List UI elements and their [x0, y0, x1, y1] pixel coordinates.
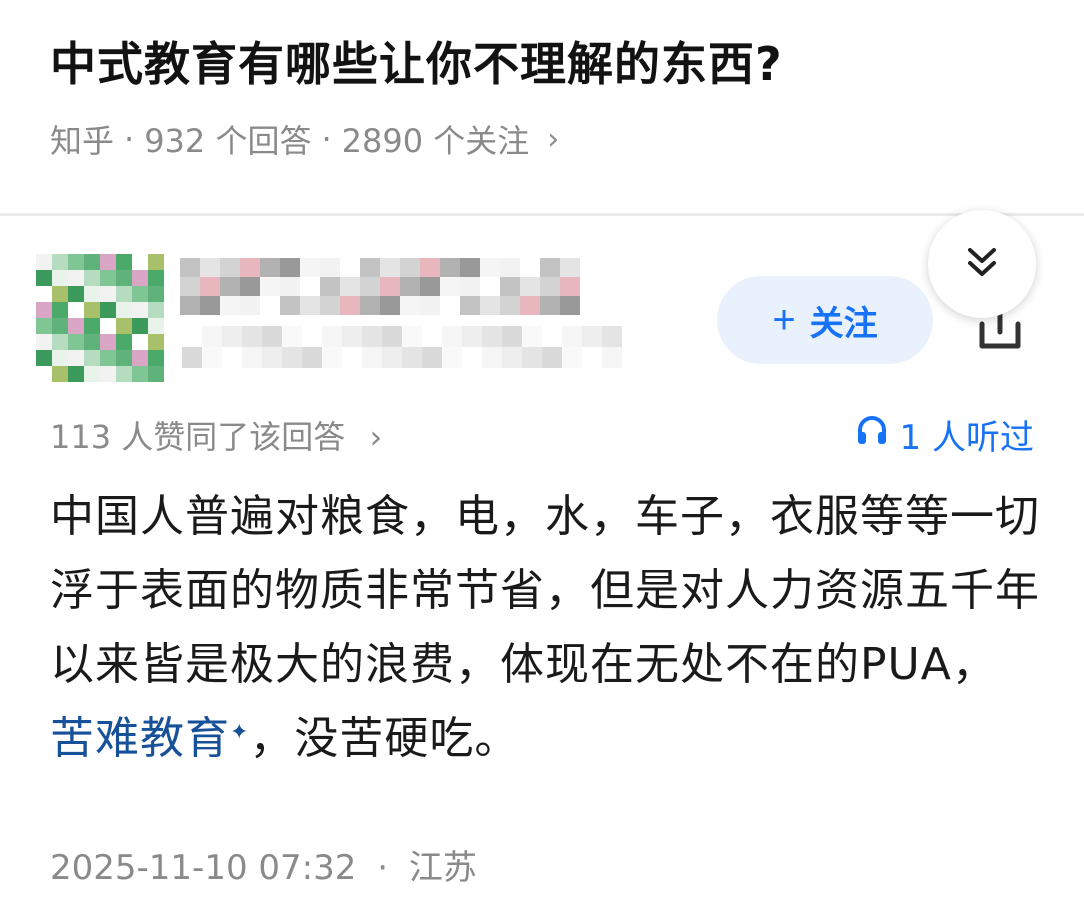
sparkle-icon: ✦ — [230, 720, 250, 745]
vote-label: 113 人赞同了该回答 — [50, 418, 346, 456]
vote-count[interactable]: 113 人赞同了该回答 › — [50, 412, 382, 458]
answer-content: 中国人普遍对粮食，电，水，车子，衣服等等一切浮于表面的物质非常节省，但是对人力资… — [50, 480, 1040, 776]
answer-footer: 2025-11-10 07:32 · 江苏 — [50, 840, 477, 889]
answer-text: 中国人普遍对粮食，电，水，车子，衣服等等一切浮于表面的物质非常节省，但是对人力资… — [50, 491, 1040, 690]
meta-separator: · — [321, 120, 332, 158]
follow-button[interactable]: + 关注 — [717, 276, 933, 364]
collapse-button[interactable] — [928, 210, 1036, 318]
follower-count: 2890 个关注 — [341, 122, 530, 160]
plus-icon: + — [772, 298, 796, 342]
answer-location: 江苏 — [408, 848, 477, 888]
divider — [0, 213, 1084, 216]
answer-text-end: ，没苦硬吃。 — [249, 713, 520, 764]
follow-label: 关注 — [809, 304, 878, 343]
avatar[interactable] — [36, 254, 164, 382]
footer-separator: · — [377, 848, 389, 888]
listen-count[interactable]: 1 人听过 — [854, 410, 1034, 459]
author-bio-redacted — [182, 326, 622, 368]
question-title[interactable]: 中式教育有哪些让你不理解的东西? — [50, 28, 783, 94]
source-label: 知乎 — [50, 122, 115, 160]
double-chevron-down-icon — [962, 242, 1002, 286]
topic-link[interactable]: 苦难教育✦ — [50, 713, 249, 764]
topic-link-text: 苦难教育 — [50, 713, 230, 764]
chevron-right-icon: › — [369, 418, 383, 456]
author-name-redacted[interactable] — [180, 258, 580, 315]
chevron-right-icon: › — [547, 121, 560, 157]
listen-label: 1 人听过 — [899, 418, 1034, 458]
question-meta[interactable]: 知乎 · 932 个回答 · 2890 个关注 › — [50, 116, 559, 162]
answer-count: 932 个回答 — [144, 122, 312, 160]
headphones-icon — [854, 412, 890, 457]
answer-date: 2025-11-10 07:32 — [50, 848, 357, 888]
meta-separator: · — [124, 120, 135, 158]
